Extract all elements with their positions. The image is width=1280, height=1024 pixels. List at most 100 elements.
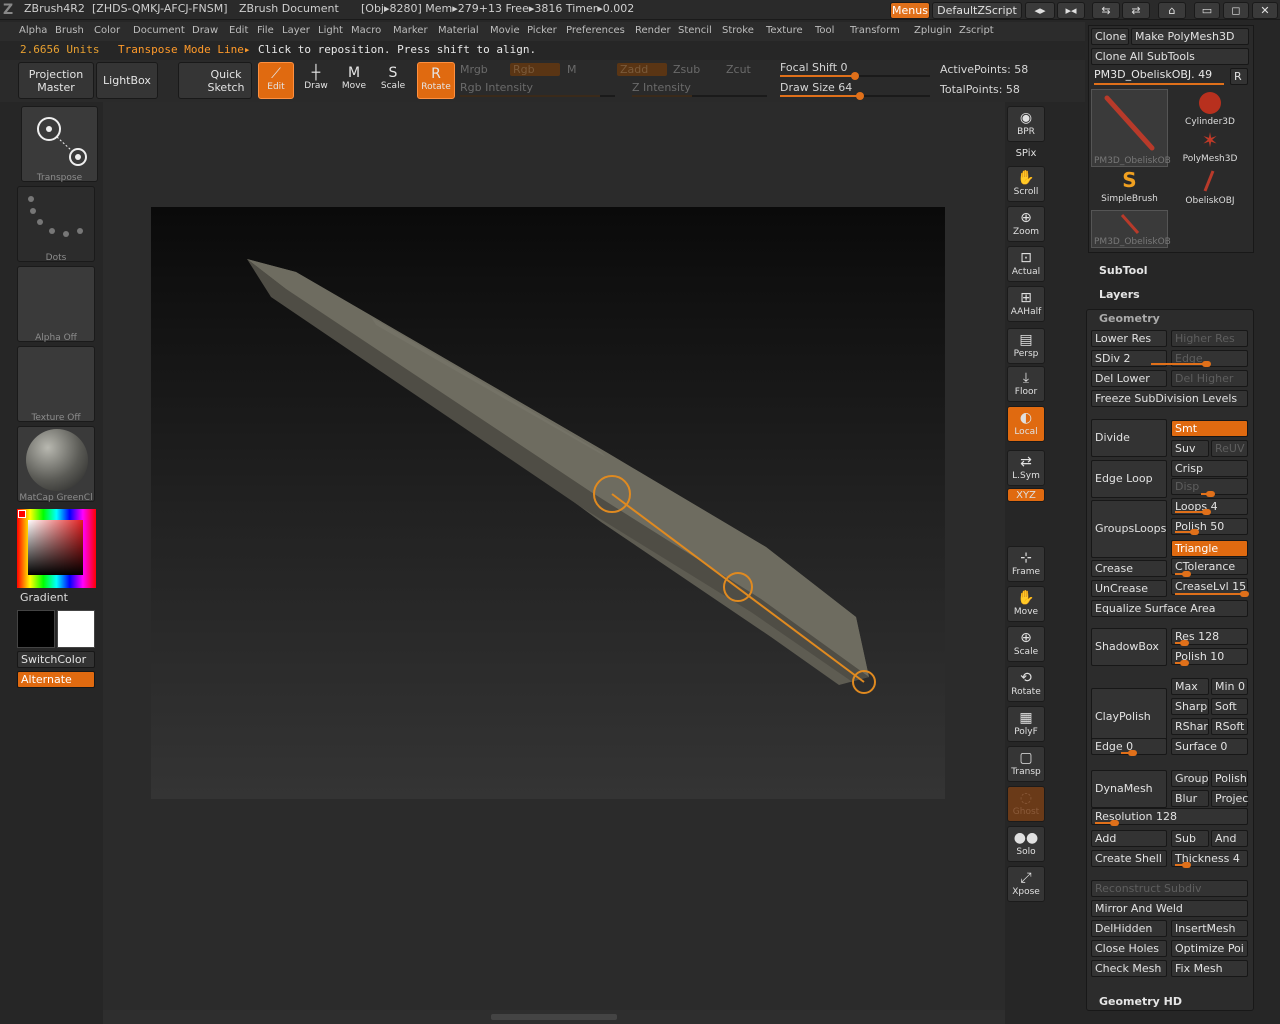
- tool-thumb-simplebrush[interactable]: S SimpleBrush: [1091, 169, 1168, 207]
- shelf-ghost[interactable]: ◌ Ghost: [1007, 786, 1045, 822]
- menu-alpha[interactable]: Alpha: [19, 25, 47, 36]
- alpha-slot[interactable]: Alpha Off: [17, 266, 95, 343]
- rgb-button[interactable]: Rgb: [510, 63, 560, 76]
- r-button[interactable]: R: [1230, 68, 1248, 85]
- shelf-lsym[interactable]: ⇄ L.Sym: [1007, 450, 1045, 486]
- stroke-slot[interactable]: Dots: [17, 186, 95, 263]
- menu-tool[interactable]: Tool: [815, 25, 834, 36]
- projection-master-button[interactable]: Projection Master: [18, 62, 94, 99]
- shelf-solo[interactable]: ●● Solo: [1007, 826, 1045, 862]
- current-tool-slider[interactable]: [1094, 83, 1224, 85]
- switch-color-button[interactable]: SwitchColor: [17, 651, 95, 668]
- default-zscript-button[interactable]: DefaultZScript: [932, 2, 1022, 19]
- shadowbox-button[interactable]: ShadowBox: [1091, 628, 1167, 666]
- optimize-points-button[interactable]: Optimize Poi: [1171, 940, 1248, 957]
- layout-swap-icon[interactable]: ⇄: [1122, 2, 1150, 19]
- crisp-toggle[interactable]: Crisp: [1171, 460, 1248, 477]
- mirror-and-weld-button[interactable]: Mirror And Weld: [1091, 900, 1248, 917]
- surface-slider[interactable]: Surface 0: [1171, 738, 1248, 755]
- shelf-spix[interactable]: SPix: [1007, 147, 1045, 163]
- menu-draw[interactable]: Draw: [192, 25, 218, 36]
- loops-slider-bar[interactable]: [1175, 509, 1211, 515]
- edit-mode-button[interactable]: ⟋ Edit: [258, 62, 294, 99]
- menu-document[interactable]: Document: [133, 25, 185, 36]
- creaselvl-slider-bar[interactable]: [1175, 591, 1249, 597]
- menu-marker[interactable]: Marker: [393, 25, 428, 36]
- menu-layer[interactable]: Layer: [282, 25, 310, 36]
- color-picker[interactable]: [17, 509, 96, 588]
- max-slider[interactable]: Max: [1171, 678, 1209, 695]
- shelf-xyz[interactable]: xyzXYZ: [1007, 488, 1045, 502]
- save-ui-icon[interactable]: ⌂: [1158, 2, 1186, 19]
- shelf-actual[interactable]: ⊡ Actual: [1007, 246, 1045, 282]
- expand-layout-icon[interactable]: ▸◂: [1057, 2, 1085, 19]
- triangle-toggle[interactable]: Triangle: [1171, 540, 1248, 557]
- dynamesh-polish-toggle[interactable]: Polish: [1211, 770, 1248, 787]
- focal-shift-slider[interactable]: [780, 72, 930, 80]
- move-mode-button[interactable]: M Move: [336, 62, 372, 99]
- shelf-xpose[interactable]: ⤢ Xpose: [1007, 866, 1045, 902]
- ctolerance-slider-bar[interactable]: [1175, 571, 1191, 577]
- reconstruct-subdiv-button[interactable]: Reconstruct Subdiv: [1091, 880, 1248, 897]
- shelf-scale[interactable]: ⊕ Scale: [1007, 626, 1045, 662]
- zadd-button[interactable]: Zadd: [617, 63, 667, 76]
- menu-picker[interactable]: Picker: [527, 25, 557, 36]
- scale-mode-button[interactable]: S Scale: [375, 62, 411, 99]
- uncrease-button[interactable]: UnCrease: [1091, 580, 1167, 597]
- shelf-move[interactable]: ✋ Move: [1007, 586, 1045, 622]
- main-color-swatch[interactable]: [57, 610, 95, 648]
- sdiv-slider[interactable]: [1151, 361, 1211, 367]
- disp-slider-bar[interactable]: [1201, 491, 1215, 497]
- zcut-button[interactable]: Zcut: [726, 63, 751, 76]
- shelf-rotate[interactable]: ⟲ Rotate: [1007, 666, 1045, 702]
- add-button[interactable]: Add: [1091, 830, 1167, 847]
- menu-stencil[interactable]: Stencil: [678, 25, 712, 36]
- polish2-slider-bar[interactable]: [1175, 660, 1189, 666]
- quick-sketch-button[interactable]: Quick Sketch: [178, 62, 252, 99]
- dynamesh-button[interactable]: DynaMesh: [1091, 770, 1167, 808]
- shelf-bpr[interactable]: ◉ BPR: [1007, 106, 1045, 142]
- menu-macro[interactable]: Macro: [351, 25, 381, 36]
- draw-size-slider[interactable]: [780, 92, 930, 100]
- menu-texture[interactable]: Texture: [766, 25, 803, 36]
- groupsloops-button[interactable]: GroupsLoops: [1091, 500, 1167, 558]
- edge-loop-button[interactable]: Edge Loop: [1091, 460, 1167, 498]
- color-square[interactable]: [28, 520, 83, 575]
- close-icon[interactable]: ✕: [1252, 2, 1278, 19]
- project-toggle[interactable]: Projec: [1211, 790, 1248, 807]
- m-button[interactable]: M: [567, 63, 577, 76]
- shelf-transp[interactable]: ▢ Transp: [1007, 746, 1045, 782]
- obelisk-mesh[interactable]: [247, 259, 869, 685]
- polish-slider-bar[interactable]: [1175, 529, 1199, 535]
- soft-slider[interactable]: Soft: [1211, 698, 1248, 715]
- subtool-section[interactable]: SubTool: [1099, 264, 1148, 277]
- rotate-mode-button[interactable]: R Rotate: [417, 62, 455, 99]
- tool-thumb-pm3d-2[interactable]: PM3D_ObeliskOB: [1091, 210, 1171, 248]
- minimize-icon[interactable]: ▭: [1194, 2, 1220, 19]
- crease-button[interactable]: Crease: [1091, 560, 1167, 577]
- lower-res-button[interactable]: Lower Res: [1091, 330, 1167, 347]
- resolution-slider-bar[interactable]: [1095, 820, 1119, 826]
- alternate-button[interactable]: Alternate: [17, 671, 95, 688]
- delhidden-button[interactable]: DelHidden: [1091, 920, 1167, 937]
- sub-button[interactable]: Sub: [1171, 830, 1209, 847]
- secondary-color-swatch[interactable]: [17, 610, 55, 648]
- menu-render[interactable]: Render: [635, 25, 671, 36]
- min-slider[interactable]: Min 0: [1211, 678, 1248, 695]
- document-canvas[interactable]: [151, 207, 945, 799]
- shelf-scroll[interactable]: ✋ Scroll: [1007, 166, 1045, 202]
- shelf-polyf[interactable]: ▦ PolyF: [1007, 706, 1045, 742]
- menu-zscript[interactable]: Zscript: [959, 25, 994, 36]
- blur-slider[interactable]: Blur: [1171, 790, 1209, 807]
- menus-button[interactable]: Menus: [890, 2, 930, 19]
- shelf-persp[interactable]: ▤ Persp: [1007, 328, 1045, 364]
- divide-button[interactable]: Divide: [1091, 419, 1167, 457]
- zsub-button[interactable]: Zsub: [673, 63, 700, 76]
- menu-color[interactable]: Color: [94, 25, 120, 36]
- menu-edit[interactable]: Edit: [229, 25, 248, 36]
- geometry-section[interactable]: Geometry: [1099, 312, 1160, 325]
- and-button[interactable]: And: [1211, 830, 1248, 847]
- fix-mesh-button[interactable]: Fix Mesh: [1171, 960, 1248, 977]
- del-higher-button[interactable]: Del Higher: [1171, 370, 1248, 387]
- mrgb-button[interactable]: Mrgb: [460, 63, 488, 76]
